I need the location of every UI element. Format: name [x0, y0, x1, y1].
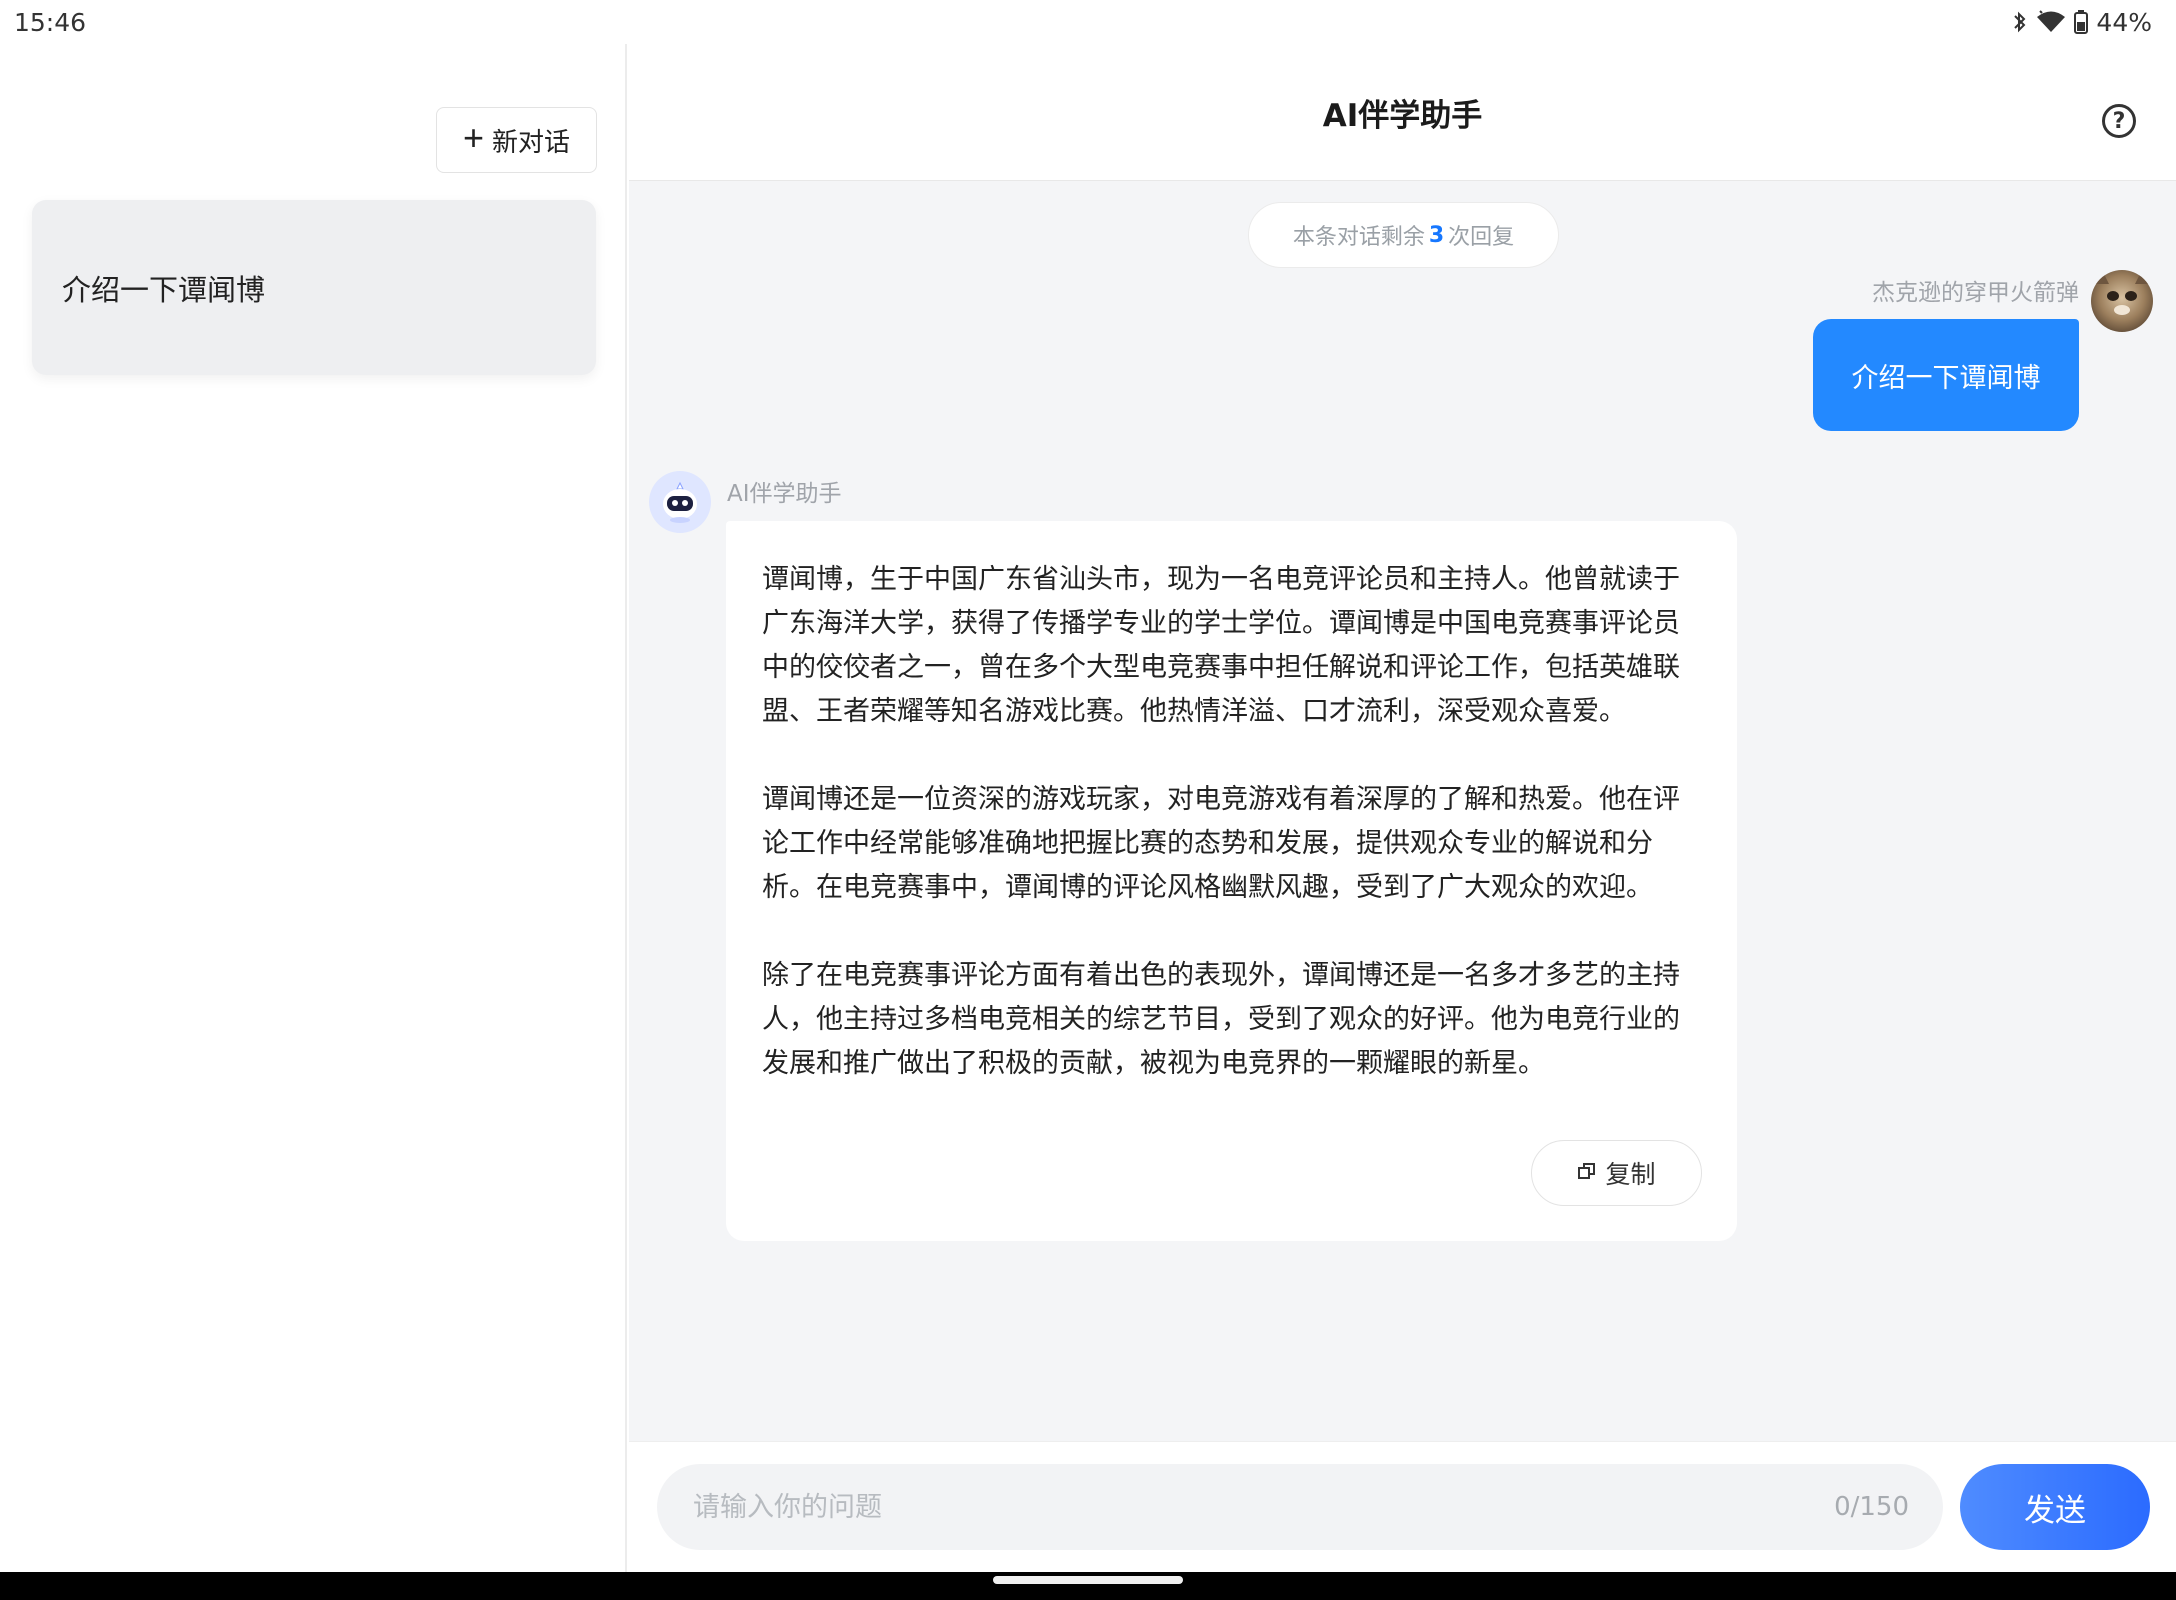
user-message-bubble: 介绍一下谭闻博: [1813, 319, 2079, 431]
question-input[interactable]: [693, 1491, 1593, 1523]
battery-level: 44%: [2096, 7, 2152, 37]
copy-icon: [1577, 1159, 1597, 1188]
status-time: 15:46: [14, 7, 87, 37]
assistant-message-bubble: 谭闻博，生于中国广东省汕头市，现为一名电竞评论员和主持人。他曾就读于广东海洋大学…: [726, 521, 1737, 1241]
wifi-icon: [2036, 10, 2066, 34]
user-name: 杰克逊的穿甲火箭弹: [1872, 280, 2079, 306]
remaining-replies-badge: 本条对话剩余 3 次回复: [1248, 202, 1559, 268]
status-icons: 44%: [2012, 8, 2152, 37]
assistant-avatar: [649, 471, 711, 533]
copy-label: 复制: [1605, 1161, 1656, 1189]
question-input-box[interactable]: 0/150: [657, 1464, 1943, 1550]
page-title: AI伴学助手: [1322, 97, 1483, 134]
send-button[interactable]: 发送: [1960, 1464, 2150, 1550]
conversation-sidebar: + 新对话 介绍一下谭闻博: [0, 44, 627, 1572]
plus-icon: +: [462, 117, 484, 158]
remaining-suffix: 次回复: [1448, 225, 1515, 250]
bluetooth-icon: [2012, 10, 2028, 34]
user-avatar[interactable]: [2091, 270, 2153, 332]
assistant-name: AI伴学助手: [727, 481, 842, 507]
assistant-paragraph: 谭闻博，生于中国广东省汕头市，现为一名电竞评论员和主持人。他曾就读于广东海洋大学…: [762, 564, 1680, 727]
assistant-paragraph: 谭闻博还是一位资深的游戏玩家，对电竞游戏有着深厚的了解和热爱。他在评论工作中经常…: [762, 784, 1680, 903]
conversation-title: 介绍一下谭闻博: [62, 272, 266, 307]
assistant-paragraph: 除了在电竞赛事评论方面有着出色的表现外，谭闻博还是一名多才多艺的主持人，他主持过…: [762, 960, 1680, 1079]
home-gesture-handle[interactable]: [993, 1576, 1183, 1584]
new-chat-button[interactable]: + 新对话: [436, 107, 597, 173]
status-bar: 15:46 44%: [0, 0, 2176, 44]
copy-button[interactable]: 复制: [1531, 1140, 1702, 1206]
char-counter: 0/150: [1834, 1492, 1909, 1522]
new-chat-label: 新对话: [492, 126, 571, 157]
remaining-count: 3: [1428, 222, 1445, 248]
battery-icon: [2074, 10, 2089, 34]
chat-main: AI伴学助手 ? 本条对话剩余 3 次回复 杰克逊的穿甲火箭弹 介绍一下谭闻博 …: [629, 44, 2176, 1572]
remaining-prefix: 本条对话剩余: [1292, 225, 1425, 250]
robot-icon: [663, 481, 697, 523]
chat-header: AI伴学助手 ?: [629, 44, 2176, 181]
help-icon[interactable]: ?: [2102, 104, 2136, 138]
input-area: 0/150 发送: [629, 1441, 2176, 1572]
user-message-text: 介绍一下谭闻博: [1851, 362, 2041, 394]
conversation-item[interactable]: 介绍一下谭闻博: [32, 200, 596, 375]
